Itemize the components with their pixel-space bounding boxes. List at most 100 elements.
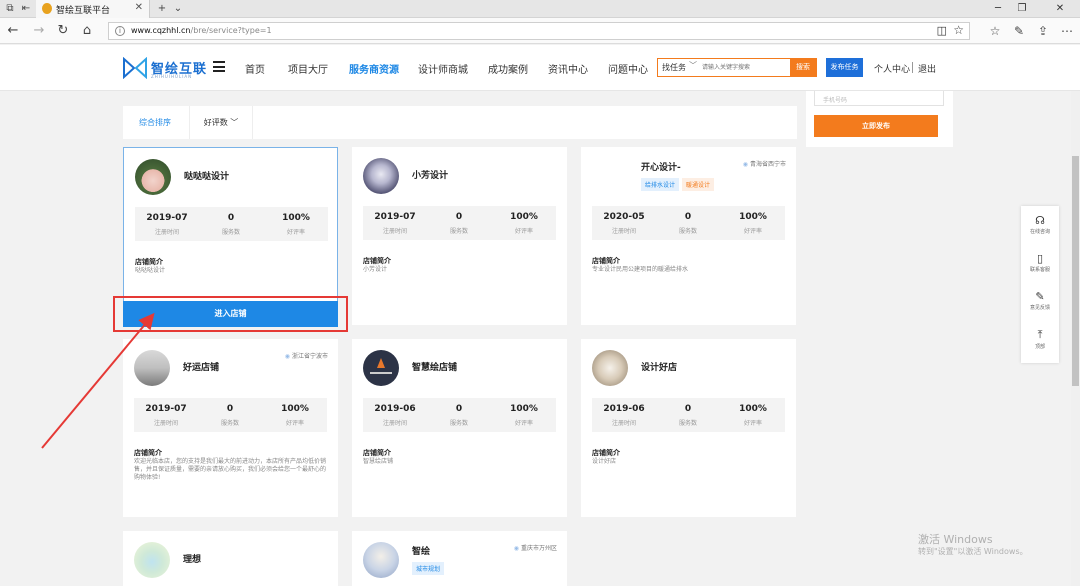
- store-card[interactable]: 理想: [123, 531, 338, 586]
- store-intro-heading: 店铺简介: [363, 257, 391, 265]
- feedback-label: 意见反馈: [1029, 305, 1050, 311]
- store-intro-heading: 店铺简介: [363, 449, 391, 457]
- store-name[interactable]: 哒哒哒设计: [184, 169, 229, 182]
- store-avatar[interactable]: [363, 542, 399, 578]
- favorites-hub-icon[interactable]: ☆: [987, 22, 1003, 40]
- store-card[interactable]: 好运店铺 浙江省宁波市 2019-07 注册时间 0 服务数 100% 好评率 店铺简介…: [123, 339, 338, 517]
- store-intro-heading: 店铺简介: [592, 449, 620, 457]
- stat-rate-label: 好评率: [743, 420, 762, 427]
- menu-icon[interactable]: [213, 61, 225, 72]
- store-avatar[interactable]: [134, 542, 170, 578]
- store-intro-heading: 店铺简介: [134, 449, 162, 457]
- more-menu-icon[interactable]: ⋯: [1059, 22, 1075, 40]
- favorite-star-icon[interactable]: ☆: [953, 23, 964, 37]
- stat-register-value: 2019-07: [146, 213, 188, 223]
- store-name[interactable]: 理想: [183, 552, 201, 565]
- store-card[interactable]: 设计好店 2019-06 注册时间 0 服务数 100% 好评率 店铺简介 设计好店: [581, 339, 796, 517]
- tab-list-chevron-icon[interactable]: ⌄: [171, 2, 185, 15]
- back-to-top-button[interactable]: ⤒ 顶部: [1021, 328, 1059, 350]
- store-avatar[interactable]: [363, 158, 399, 194]
- store-card[interactable]: 小芳设计 2019-07 注册时间 0 服务数 100% 好评率 店铺简介 小芳设计: [352, 147, 567, 325]
- search-input[interactable]: [702, 60, 786, 75]
- home-icon[interactable]: ⌂: [78, 22, 96, 40]
- pen-notes-icon[interactable]: ✎: [1011, 22, 1027, 40]
- store-stats: 2020-05 注册时间 0 服务数 100% 好评率: [592, 206, 785, 240]
- chevron-down-icon[interactable]: ﹀: [689, 60, 697, 71]
- store-avatar[interactable]: [134, 350, 170, 386]
- stat-register-label: 注册时间: [154, 229, 179, 236]
- scrollbar-thumb[interactable]: [1072, 156, 1079, 386]
- publish-task-button[interactable]: 发布任务: [826, 58, 863, 77]
- stat-register-label: 注册时间: [382, 228, 407, 235]
- stat-register-value: 2019-06: [374, 404, 416, 414]
- store-name[interactable]: 小芳设计: [412, 168, 448, 181]
- search-type-select[interactable]: 找任务: [662, 62, 686, 73]
- stat-services: 0 服务数: [198, 404, 262, 427]
- store-location: 重庆市万州区: [514, 543, 557, 552]
- store-name[interactable]: 智慧绘店铺: [412, 360, 457, 373]
- nav-project-hall[interactable]: 项目大厅: [288, 61, 328, 76]
- set-aside-tabs-icon[interactable]: ⇤: [19, 2, 33, 15]
- stat-register: 2020-05 注册时间: [592, 212, 656, 235]
- close-window-icon[interactable]: ✕: [1050, 1, 1070, 17]
- stat-services-value: 0: [684, 212, 692, 222]
- contact-service-button[interactable]: ▯ 联系客服: [1021, 252, 1059, 273]
- sort-rating-tab[interactable]: 好评数 ﹀: [189, 106, 253, 139]
- site-info-icon[interactable]: i: [115, 26, 125, 36]
- minimize-icon[interactable]: ─: [988, 1, 1008, 17]
- back-icon[interactable]: ←: [4, 22, 22, 40]
- restore-icon[interactable]: ❐: [1012, 1, 1032, 17]
- store-name[interactable]: 好运店铺: [183, 360, 219, 373]
- divider: [912, 62, 913, 73]
- store-card[interactable]: 智慧绘店铺 2019-06 注册时间 0 服务数 100% 好评率 店铺简介 智慧绘店…: [352, 339, 567, 517]
- brand-logo-icon[interactable]: [123, 57, 147, 79]
- tab-actions-icon[interactable]: ⧉: [3, 2, 17, 15]
- url-field[interactable]: i www.cqzhhl.cn/bre/service?type=1 ◫ ☆: [108, 22, 970, 40]
- share-icon[interactable]: ⇪: [1035, 22, 1051, 40]
- nav-designer-mall[interactable]: 设计师商城: [418, 61, 468, 76]
- store-name[interactable]: 开心设计-: [641, 160, 681, 173]
- site-favicon-icon: [42, 3, 52, 14]
- refresh-icon[interactable]: ↻: [54, 22, 72, 40]
- feedback-button[interactable]: ✎ 意见反馈: [1021, 290, 1059, 311]
- nav-home[interactable]: 首页: [245, 61, 265, 76]
- nav-success-cases[interactable]: 成功案例: [488, 61, 528, 76]
- annotation-highlight-box: [113, 296, 348, 332]
- url-path: /bre/service?type=1: [190, 26, 272, 35]
- store-avatar[interactable]: [363, 350, 399, 386]
- store-card[interactable]: 开心设计- 青海省西宁市给排水设计暖通设计 2020-05 注册时间 0 服务数 10…: [581, 147, 796, 325]
- stat-services-label: 服务数: [449, 228, 468, 235]
- stat-services: 0 服务数: [656, 404, 720, 427]
- phone-number-field[interactable]: 手机号码: [814, 91, 944, 106]
- stat-register-label: 注册时间: [611, 420, 636, 427]
- store-card[interactable]: 智绘 重庆市万州区城市规划: [352, 531, 567, 586]
- store-avatar[interactable]: [135, 159, 171, 195]
- logout-link[interactable]: 退出: [918, 62, 936, 75]
- nav-service-providers[interactable]: 服务商资源: [349, 61, 399, 76]
- stat-rate: 100% 好评率: [721, 212, 785, 235]
- stat-services: 0 服务数: [427, 212, 491, 235]
- publish-now-button[interactable]: 立即发布: [814, 115, 938, 137]
- user-center-link[interactable]: 个人中心: [874, 62, 910, 75]
- browser-tab-active[interactable]: 智绘互联平台 ✕: [36, 0, 150, 18]
- search-button[interactable]: 搜索: [790, 59, 816, 76]
- new-tab-icon[interactable]: +: [155, 2, 169, 15]
- store-name[interactable]: 设计好店: [641, 360, 677, 373]
- site-header: 智绘互联 ZHIHUIHULIAN 首页 项目大厅 服务商资源 设计师商城 成功…: [0, 45, 1080, 91]
- close-tab-icon[interactable]: ✕: [135, 2, 143, 13]
- store-intro-heading: 店铺简介: [592, 257, 620, 265]
- reading-view-icon[interactable]: ◫: [937, 24, 947, 37]
- stat-services: 0 服务数: [656, 212, 720, 235]
- brand-subtitle: ZHIHUIHULIAN: [151, 74, 193, 79]
- quick-publish-panel: 手机号码 立即发布: [806, 91, 953, 147]
- store-name[interactable]: 智绘: [412, 544, 430, 557]
- nav-news-center[interactable]: 资讯中心: [548, 61, 588, 76]
- store-avatar[interactable]: [592, 350, 628, 386]
- url-text: www.cqzhhl.cn/bre/service?type=1: [131, 26, 272, 35]
- sort-default-tab[interactable]: 综合排序: [139, 117, 171, 128]
- stat-rate-value: 100%: [281, 404, 309, 414]
- online-consult-button[interactable]: ☊ 在线咨询: [1021, 214, 1059, 235]
- forward-icon[interactable]: →: [30, 22, 48, 40]
- arrow-up-icon: ⤒: [1037, 328, 1043, 341]
- nav-help-center[interactable]: 问题中心: [608, 61, 648, 76]
